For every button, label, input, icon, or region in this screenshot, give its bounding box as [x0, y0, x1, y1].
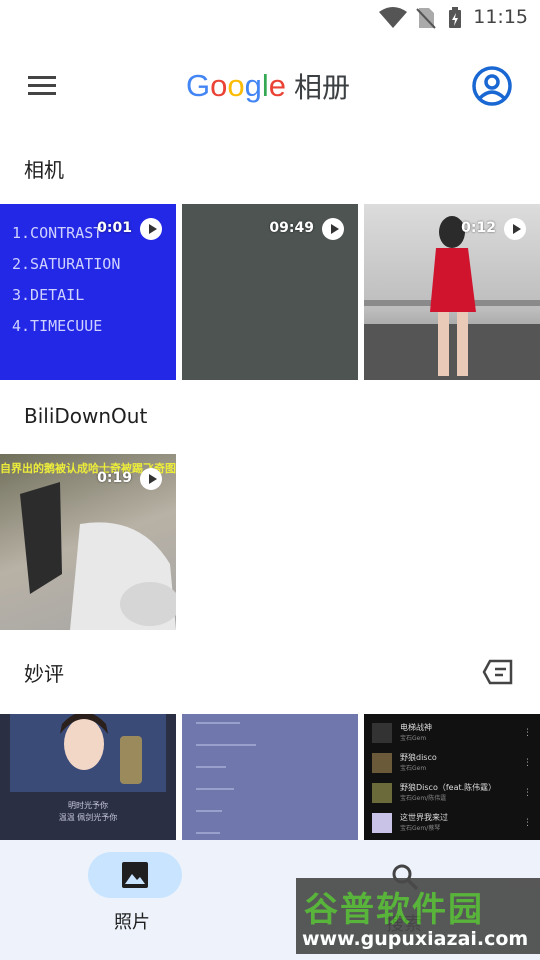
video-thumbnail[interactable]: 自界出的鹅被认成哈士奇被踢飞奇图 0:19: [0, 454, 176, 630]
track-row: 电梯战神 宝石Gem ⋮: [372, 718, 538, 748]
no-sim-icon: [416, 8, 436, 29]
image-thumbnail[interactable]: 电梯战神 宝石Gem ⋮ 野狼disco 宝石Gem ⋮ 野狼Disco（fea…: [364, 714, 540, 840]
image-thumbnail[interactable]: 明时光予你 温温 佩剑光予你: [0, 714, 176, 840]
track-name: 电梯战神: [400, 723, 432, 732]
watermark: 谷普软件园 www.gupuxiazai.com: [296, 878, 540, 954]
track-name: 野狼disco: [400, 753, 437, 762]
thumbnail-text: 4.TIMECUUE: [12, 317, 103, 335]
brand-letter: o: [227, 68, 245, 103]
hamburger-menu-icon: [28, 76, 56, 95]
text-lines-graphic: [196, 722, 256, 834]
play-icon: [504, 218, 526, 240]
more-icon: ⋮: [523, 758, 532, 768]
status-bar: 11:15: [0, 0, 540, 36]
track-name: 野狼Disco（feat.陈伟霆）: [400, 783, 497, 792]
watermark-title: 谷普软件园: [304, 890, 484, 930]
track-artist: 宝石Gem/陈伟霆: [400, 795, 447, 802]
video-thumbnail[interactable]: 1.CONTRAST 2.SATURATION 3.DETAIL 4.TIMEC…: [0, 204, 176, 380]
section-title[interactable]: 相机: [24, 154, 64, 183]
menu-button[interactable]: [22, 66, 62, 106]
video-duration: 0:01: [97, 220, 132, 236]
image-thumbnail[interactable]: [182, 714, 358, 840]
app-bar: Google 相册: [0, 36, 540, 132]
more-icon: ⋮: [523, 818, 532, 828]
track-row: 野狼disco 宝石Gem ⋮: [372, 748, 538, 778]
thumbnail-text: 3.DETAIL: [12, 286, 85, 304]
track-artist: 宝石Gem: [400, 765, 427, 772]
video-duration: 0:12: [461, 220, 496, 236]
video-thumbnail[interactable]: 0:12: [364, 204, 540, 380]
status-time: 11:15: [473, 6, 528, 28]
brand-letter: G: [186, 68, 211, 103]
account-button[interactable]: [470, 64, 514, 108]
watermark-url: www.gupuxiazai.com: [302, 928, 529, 950]
video-duration: 09:49: [269, 220, 314, 236]
brand-letter: o: [210, 68, 228, 103]
video-thumbnail[interactable]: 09:49: [182, 204, 358, 380]
play-icon: [140, 468, 162, 490]
wifi-icon: [379, 7, 407, 28]
section-title[interactable]: 妙评: [24, 658, 64, 687]
thumbnail-caption: 明时光予你: [68, 801, 108, 810]
app-title: Google 相册: [186, 64, 350, 108]
more-icon: ⋮: [523, 728, 532, 738]
video-duration: 0:19: [97, 470, 132, 486]
brand-letter: l: [261, 68, 269, 103]
brand-letter: g: [244, 68, 262, 103]
play-icon: [322, 218, 344, 240]
photo-icon: [122, 862, 148, 888]
nav-photos-button[interactable]: [88, 852, 182, 898]
more-icon: ⋮: [523, 788, 532, 798]
brand-letter: e: [268, 68, 287, 103]
thumbnail-text: 2.SATURATION: [12, 255, 121, 273]
battery-charging-icon: [449, 7, 461, 28]
track-artist: 宝石Gem/蔡琴: [400, 825, 441, 832]
section-title[interactable]: BiliDownOut: [24, 404, 147, 428]
nav-photos-label[interactable]: 照片: [114, 908, 150, 934]
account-icon: [472, 66, 512, 106]
track-row: 野狼Disco（feat.陈伟霆） 宝石Gem/陈伟霆 ⋮: [372, 778, 538, 808]
app-title-suffix: 相册: [294, 71, 351, 104]
track-name: 这世界我来过: [400, 813, 448, 822]
play-icon: [140, 218, 162, 240]
track-artist: 宝石Gem: [400, 735, 427, 742]
thumbnail-caption: 温温 佩剑光予你: [58, 813, 118, 822]
track-row: 这世界我来过 宝石Gem/蔡琴 ⋮: [372, 808, 538, 838]
label-icon[interactable]: [482, 658, 514, 686]
